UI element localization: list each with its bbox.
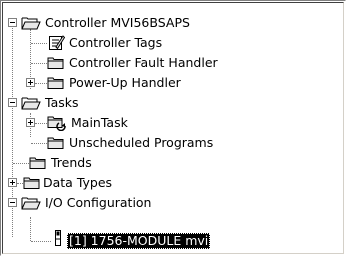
tree-item-io-configuration[interactable]: I/O Configuration [43, 195, 153, 211]
tree-item-tasks[interactable]: Tasks [43, 95, 81, 111]
open-folder-icon [21, 97, 41, 110]
folder-icon [29, 157, 46, 169]
folder-icon [47, 57, 64, 69]
tree-connector [31, 43, 47, 44]
collapse-toggle[interactable] [8, 98, 17, 107]
tree-item-controller-tags[interactable]: Controller Tags [67, 35, 164, 51]
tree-item-trends[interactable]: Trends [49, 155, 94, 171]
tree-item-module-selected[interactable]: [1] 1756-MODULE mvi [67, 233, 211, 249]
task-cycle-folder-icon [47, 116, 66, 131]
folder-icon [47, 77, 64, 89]
tree-connector [31, 63, 47, 64]
folder-icon [47, 137, 64, 149]
folder-icon [23, 177, 40, 189]
io-module-icon [55, 230, 61, 246]
expand-toggle[interactable] [26, 78, 35, 87]
tree-item-power-up-handler[interactable]: Power-Up Handler [67, 75, 183, 91]
open-folder-icon [21, 197, 41, 210]
open-folder-icon [21, 17, 41, 30]
tree-item-controller-fault-handler[interactable]: Controller Fault Handler [67, 55, 220, 71]
tree-connector [35, 83, 47, 84]
controller-organizer-panel: Controller MVI56BSAPS Controller Tags Co… [0, 0, 346, 256]
tree-item-data-types[interactable]: Data Types [41, 175, 114, 191]
tree-connector [31, 241, 51, 242]
tree-connector [30, 217, 31, 241]
tree-item-main-task[interactable]: MainTask [69, 115, 130, 131]
tree-view[interactable]: Controller MVI56BSAPS Controller Tags Co… [2, 2, 344, 254]
tree-connector [31, 143, 47, 144]
expand-toggle[interactable] [26, 118, 35, 127]
tree-item-controller[interactable]: Controller MVI56BSAPS [43, 15, 192, 31]
collapse-toggle[interactable] [8, 198, 17, 207]
expand-toggle[interactable] [8, 178, 17, 187]
collapse-toggle[interactable] [8, 18, 17, 27]
tree-item-unscheduled-programs[interactable]: Unscheduled Programs [67, 135, 215, 151]
tree-connector [13, 163, 29, 164]
tags-notebook-icon [49, 35, 65, 50]
tree-connector [35, 123, 47, 124]
